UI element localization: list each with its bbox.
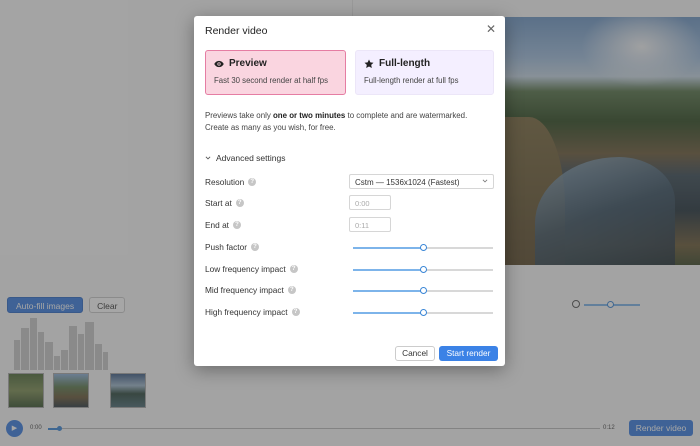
high-frequency-label-group: High frequency impact ?: [205, 307, 300, 317]
help-icon[interactable]: ?: [250, 243, 259, 251]
advanced-settings-toggle[interactable]: Advanced settings: [205, 153, 285, 163]
advanced-settings-label: Advanced settings: [216, 153, 286, 163]
help-icon[interactable]: ?: [248, 178, 257, 186]
slider-knob[interactable]: [419, 308, 427, 316]
help-icon[interactable]: ?: [233, 221, 241, 229]
slider-fill: [353, 247, 423, 249]
slider-knob[interactable]: [419, 286, 427, 294]
resolution-row: Resolution ? Cstm — 1536x1024 (Fastest): [205, 174, 495, 190]
low-frequency-label-group: Low frequency impact ?: [205, 264, 298, 274]
mid-frequency-slider[interactable]: [353, 286, 493, 294]
end-at-row: End at ? 0:11: [205, 217, 495, 233]
high-frequency-label: High frequency impact: [205, 307, 288, 317]
dialog-title: Render video: [205, 25, 268, 37]
close-icon[interactable]: ✕: [486, 23, 496, 35]
help-icon[interactable]: ?: [291, 308, 300, 316]
chevron-down-icon: [205, 156, 211, 160]
full-length-mode-card[interactable]: Full-length Full-length render at full f…: [355, 50, 494, 95]
resolution-label-group: Resolution ?: [205, 177, 257, 187]
preview-card-description: Fast 30 second render at half fps: [214, 76, 328, 85]
info-bold: one or two minutes: [272, 111, 346, 120]
full-length-card-header: Full-length: [364, 58, 485, 69]
star-icon: [364, 59, 374, 68]
render-video-dialog: Render video ✕ Preview Fast 30 second re…: [194, 16, 505, 366]
info-suffix: to complete and are watermarked.: [345, 111, 468, 120]
preview-card-title: Preview: [229, 58, 267, 69]
push-factor-label-group: Push factor ?: [205, 242, 259, 252]
cancel-button[interactable]: Cancel: [395, 346, 435, 361]
preview-mode-card[interactable]: Preview Fast 30 second render at half fp…: [205, 50, 346, 95]
high-frequency-slider[interactable]: [353, 308, 493, 316]
start-at-row: Start at ? 0:00: [205, 195, 495, 211]
low-frequency-slider[interactable]: [353, 265, 493, 273]
info-prefix: Previews take only: [205, 111, 273, 120]
preview-card-header: Preview: [214, 58, 337, 69]
slider-fill: [353, 290, 423, 292]
push-factor-slider[interactable]: [353, 243, 493, 251]
low-frequency-label: Low frequency impact: [205, 264, 286, 274]
high-frequency-row: High frequency impact ?: [205, 304, 495, 320]
chevron-down-icon: [482, 179, 488, 183]
help-icon[interactable]: ?: [287, 286, 296, 294]
info-line2: Create as many as you wish, for free.: [205, 123, 336, 132]
full-length-card-description: Full-length render at full fps: [364, 76, 459, 85]
start-at-input[interactable]: 0:00: [349, 195, 391, 210]
render-info-text: Previews take only one or two minutes to…: [205, 110, 497, 134]
end-at-label-group: End at ?: [205, 220, 241, 230]
start-at-label: Start at: [205, 198, 232, 208]
end-at-input[interactable]: 0:11: [349, 217, 391, 232]
resolution-label: Resolution: [205, 177, 245, 187]
slider-fill: [353, 312, 423, 314]
slider-knob[interactable]: [419, 243, 427, 251]
eye-icon: [214, 60, 224, 67]
low-frequency-row: Low frequency impact ?: [205, 261, 495, 277]
full-length-card-title: Full-length: [379, 58, 431, 69]
resolution-value: Cstm — 1536x1024 (Fastest): [355, 178, 460, 187]
start-render-button[interactable]: Start render: [439, 346, 498, 361]
slider-knob[interactable]: [419, 265, 427, 273]
slider-fill: [353, 269, 423, 271]
end-at-label: End at: [205, 220, 229, 230]
mid-frequency-row: Mid frequency impact ?: [205, 282, 495, 298]
push-factor-label: Push factor: [205, 242, 247, 252]
mid-frequency-label: Mid frequency impact: [205, 285, 284, 295]
help-icon[interactable]: ?: [289, 265, 298, 273]
help-icon[interactable]: ?: [235, 199, 244, 207]
push-factor-row: Push factor ?: [205, 239, 495, 255]
mid-frequency-label-group: Mid frequency impact ?: [205, 285, 296, 295]
start-at-label-group: Start at ?: [205, 198, 244, 208]
resolution-select[interactable]: Cstm — 1536x1024 (Fastest): [349, 174, 494, 189]
